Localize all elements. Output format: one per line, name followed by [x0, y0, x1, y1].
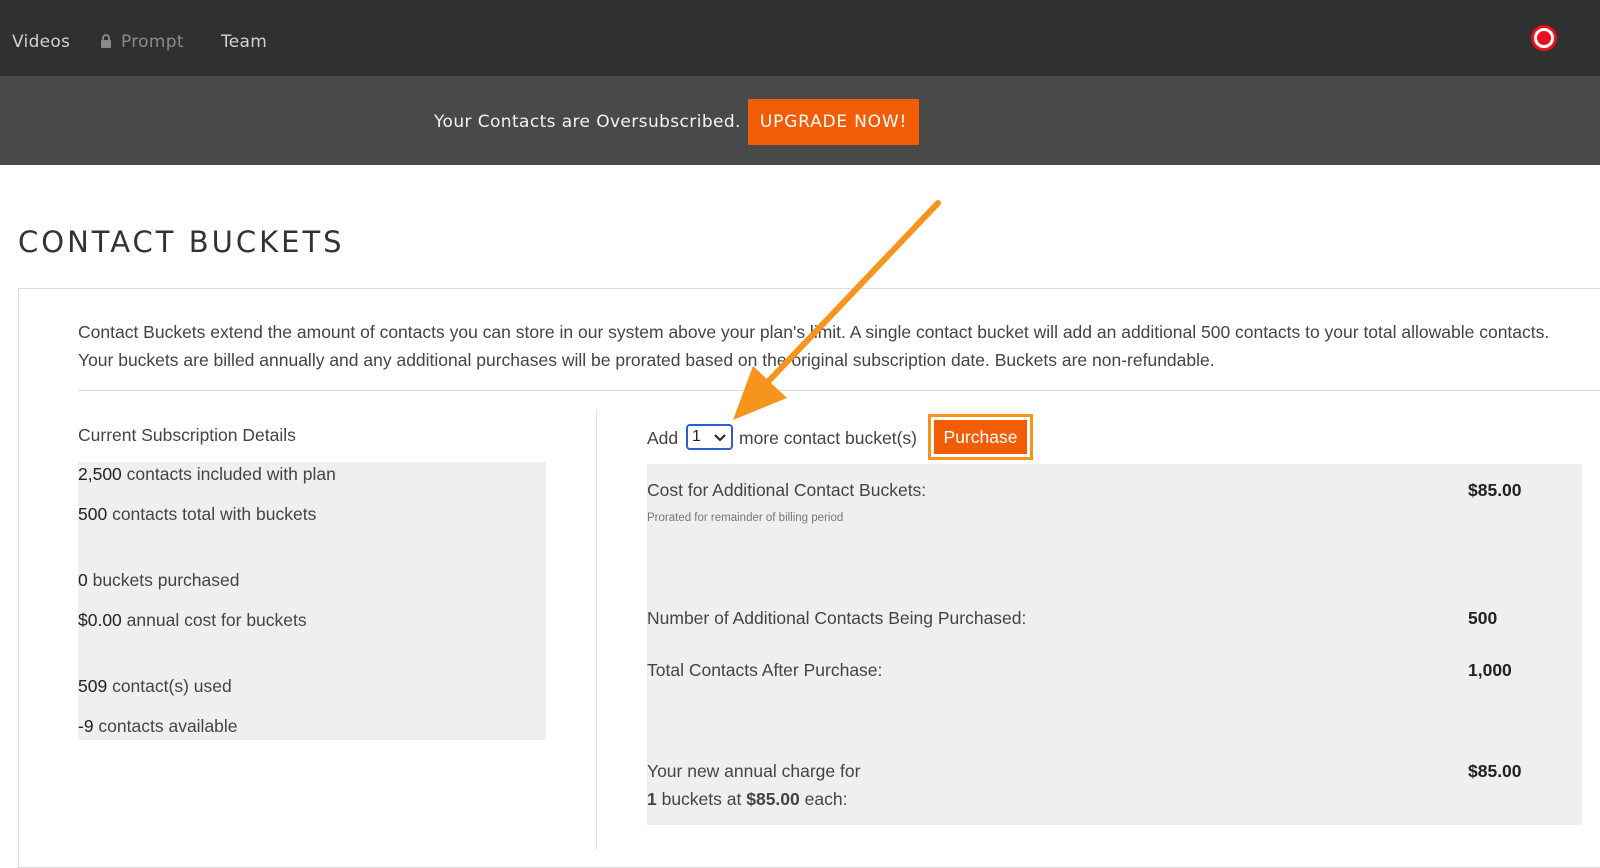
subscription-text: contact(s) used	[107, 676, 232, 696]
annual-charge-value: $85.00	[1468, 761, 1522, 781]
annual-charge-label: Your new annual charge for	[647, 761, 861, 781]
more-buckets-label: more contact bucket(s)	[739, 428, 917, 448]
nav-item-team[interactable]: Team	[221, 32, 267, 52]
divider	[78, 390, 1600, 391]
page-title: CONTACT BUCKETS	[18, 225, 345, 259]
subscription-text: annual cost for buckets	[121, 610, 307, 630]
additional-cost-label: Cost for Additional Contact Buckets:	[647, 480, 927, 500]
subscription-text: contacts included with plan	[121, 464, 336, 484]
subscription-value: 500	[78, 504, 108, 524]
subscription-line: 0 buckets purchased	[78, 570, 240, 591]
subscription-text: contacts available	[93, 716, 238, 736]
subscription-text: contacts total with buckets	[107, 504, 317, 524]
nav-item-prompt-label: Prompt	[121, 32, 184, 52]
subscription-value: 2,500	[78, 464, 122, 484]
nav-item-prompt[interactable]: Prompt	[100, 32, 184, 52]
subscription-value: $0.00	[78, 610, 122, 630]
subscription-line: 2,500 contacts included with plan	[78, 464, 336, 485]
annual-charge-detail: 1 buckets at $85.00 each:	[647, 789, 847, 810]
top-nav: Videos Prompt Team	[0, 0, 1600, 76]
annual-bucket-count: 1	[647, 789, 657, 809]
annual-end-text: each:	[799, 789, 848, 809]
prorated-note: Prorated for remainder of billing period	[647, 512, 844, 524]
oversubscribed-banner: Your Contacts are Oversubscribed. UPGRAD…	[0, 76, 1600, 165]
annual-mid-text: buckets at	[656, 789, 747, 809]
chevron-down-icon	[714, 434, 726, 442]
subscription-line: 500 contacts total with buckets	[78, 504, 316, 525]
subscription-line: -9 contacts available	[78, 716, 238, 737]
subscription-text: buckets purchased	[87, 570, 240, 590]
subscription-value: -9	[78, 716, 94, 736]
nav-item-videos[interactable]: Videos	[12, 32, 70, 52]
bucket-quantity-select[interactable]: 1	[686, 424, 733, 450]
purchase-button[interactable]: Purchase	[934, 420, 1027, 454]
annual-bucket-price: $85.00	[746, 789, 800, 809]
bucket-quantity-value: 1	[692, 428, 701, 445]
upgrade-now-button[interactable]: UPGRADE NOW!	[748, 99, 919, 145]
banner-message: Your Contacts are Oversubscribed.	[434, 112, 741, 132]
intro-text: Contact Buckets extend the amount of con…	[78, 322, 1550, 370]
additional-contacts-label: Number of Additional Contacts Being Purc…	[647, 608, 1027, 628]
subscription-line: 509 contact(s) used	[78, 676, 232, 697]
subscription-line: $0.00 annual cost for buckets	[78, 610, 307, 631]
lock-icon	[101, 34, 111, 48]
column-divider	[596, 410, 597, 850]
subscription-value: 0	[78, 570, 88, 590]
add-label: Add	[647, 428, 679, 448]
subscription-value: 509	[78, 676, 108, 696]
total-contacts-value: 1,000	[1468, 660, 1512, 680]
additional-cost-value: $85.00	[1468, 480, 1522, 500]
record-icon[interactable]	[1531, 25, 1557, 51]
additional-contacts-value: 500	[1468, 608, 1498, 628]
total-contacts-label: Total Contacts After Purchase:	[647, 660, 883, 680]
subscription-heading: Current Subscription Details	[78, 425, 296, 445]
